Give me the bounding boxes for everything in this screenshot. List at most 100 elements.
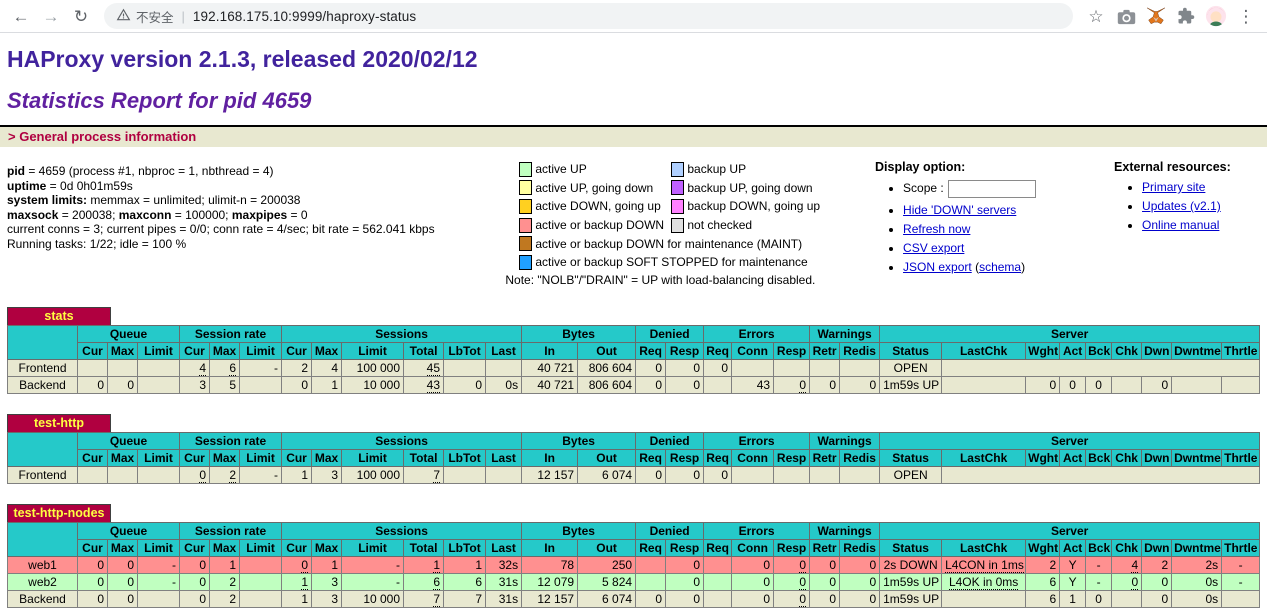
row-name-link[interactable]: web2	[28, 575, 57, 589]
stat-cell: 0	[636, 376, 666, 393]
stat-cell: -	[138, 573, 180, 590]
stat-cell: 0	[108, 590, 138, 607]
proxy-name-link[interactable]: test-http-nodes	[14, 506, 105, 520]
stat-cell: 250	[578, 556, 636, 573]
stat-cell: 0	[78, 590, 108, 607]
column-group-header: Queue	[78, 522, 180, 539]
stat-cell: 0	[1026, 376, 1060, 393]
column-group-header: Errors	[704, 325, 810, 342]
column-header: Status	[880, 449, 942, 466]
stat-cell: 0	[444, 376, 486, 393]
schema-link[interactable]: schema	[979, 260, 1021, 274]
stat-cell: 6	[444, 573, 486, 590]
column-header: Retr	[810, 342, 840, 359]
column-header: Act	[1060, 342, 1086, 359]
proxy-name-bar: test-http	[7, 414, 111, 432]
forward-icon[interactable]: →	[36, 8, 66, 25]
scope-input[interactable]	[948, 180, 1036, 198]
stat-cell	[732, 466, 774, 483]
legend-label: not checked	[687, 218, 752, 232]
column-header: Out	[578, 539, 636, 556]
url-text[interactable]: 192.168.175.10:9999/haproxy-status	[193, 9, 416, 24]
legend-swatch-icon	[519, 218, 532, 233]
stat-cell: 0	[1142, 573, 1172, 590]
external-resource-link[interactable]: Updates (v2.1)	[1142, 199, 1221, 213]
column-group-header: Server	[880, 325, 1260, 342]
stat-cell: 0s	[486, 376, 522, 393]
stat-cell: 1	[312, 376, 342, 393]
column-header: Total	[404, 539, 444, 556]
stat-cell: 0	[636, 466, 666, 483]
column-header: Dwntme	[1172, 342, 1222, 359]
legend-swatch-icon	[671, 199, 684, 214]
reload-icon[interactable]: ↻	[66, 8, 96, 25]
external-resource-link[interactable]: Primary site	[1142, 180, 1205, 194]
stat-cell	[240, 556, 282, 573]
stat-cell: 0	[1060, 376, 1086, 393]
stat-cell: 6 074	[578, 590, 636, 607]
extensions-puzzle-icon[interactable]	[1171, 7, 1201, 26]
column-header: LbTot	[444, 342, 486, 359]
back-icon[interactable]: ←	[6, 8, 36, 25]
column-header: Bck	[1086, 342, 1112, 359]
metamask-fox-icon[interactable]	[1141, 7, 1171, 26]
stat-cell: 40 721	[522, 359, 578, 376]
column-header: Thrtle	[1222, 449, 1260, 466]
column-header: Max	[210, 449, 240, 466]
stat-cell: 31s	[486, 590, 522, 607]
stat-cell	[108, 359, 138, 376]
column-group-header: Server	[880, 432, 1260, 449]
row-name-cell: Frontend	[8, 466, 78, 483]
column-header: Limit	[240, 449, 282, 466]
page-title[interactable]: HAProxy version 2.1.3, released 2020/02/…	[7, 46, 1267, 73]
column-header: Cur	[78, 449, 108, 466]
stat-cell	[1172, 376, 1222, 393]
camera-extension-icon[interactable]	[1111, 7, 1141, 25]
display-option-list: Scope :Hide 'DOWN' serversRefresh nowCSV…	[875, 180, 1071, 274]
proxy-name-link[interactable]: test-http	[34, 416, 84, 430]
column-header: Max	[312, 539, 342, 556]
omnibox-separator: |	[182, 9, 185, 24]
column-header: Resp	[774, 342, 810, 359]
column-header: Wght	[1026, 539, 1060, 556]
legend-label: active or backup DOWN	[535, 218, 664, 232]
row-name-link[interactable]: web1	[28, 558, 57, 572]
profile-avatar[interactable]	[1201, 5, 1231, 27]
stat-cell	[840, 466, 880, 483]
menu-dots-icon[interactable]: ⋮	[1231, 8, 1261, 25]
stat-cell	[240, 573, 282, 590]
display-option-link[interactable]: Hide 'DOWN' servers	[903, 203, 1016, 217]
column-group-header: Warnings	[810, 432, 880, 449]
column-header: Bck	[1086, 539, 1112, 556]
display-option-link[interactable]: Refresh now	[903, 222, 970, 236]
display-option-link[interactable]: CSV export	[903, 241, 964, 255]
row-name-link[interactable]: Backend	[19, 378, 66, 392]
stat-cell: 0	[1142, 376, 1172, 393]
proxy-name-link[interactable]: stats	[44, 309, 73, 323]
stat-cell: 1	[404, 556, 444, 573]
row-name-link[interactable]: Frontend	[18, 361, 66, 375]
status-legend: active UPbackup UPactive UP, going downb…	[499, 160, 875, 287]
row-name-cell: Backend	[8, 590, 78, 607]
bookmark-star-icon[interactable]: ☆	[1081, 8, 1111, 25]
stat-cell	[1222, 376, 1260, 393]
legend-label: active or backup DOWN for maintenance (M…	[535, 237, 802, 251]
stat-cell: 0	[1086, 590, 1112, 607]
row-name-link[interactable]: Backend	[19, 592, 66, 606]
row-name-cell: web1	[8, 556, 78, 573]
process-info-line: Running tasks: 1/22; idle = 100 %	[7, 237, 499, 252]
address-bar[interactable]: 不安全 | 192.168.175.10:9999/haproxy-status	[104, 3, 1073, 29]
stat-cell: 3	[180, 376, 210, 393]
row-name-link[interactable]: Frontend	[18, 468, 66, 482]
column-header: In	[522, 449, 578, 466]
external-resource-link[interactable]: Online manual	[1142, 218, 1219, 232]
warning-triangle-icon[interactable]	[116, 8, 131, 25]
column-header: Thrtle	[1222, 342, 1260, 359]
stat-cell: Y	[1060, 573, 1086, 590]
display-option-link[interactable]: JSON export	[903, 260, 972, 274]
external-resource-item: Online manual	[1142, 218, 1267, 232]
security-label: 不安全	[136, 7, 174, 26]
column-header: Retr	[810, 539, 840, 556]
legend-swatch-icon	[519, 255, 532, 270]
stat-cell: 0	[810, 376, 840, 393]
